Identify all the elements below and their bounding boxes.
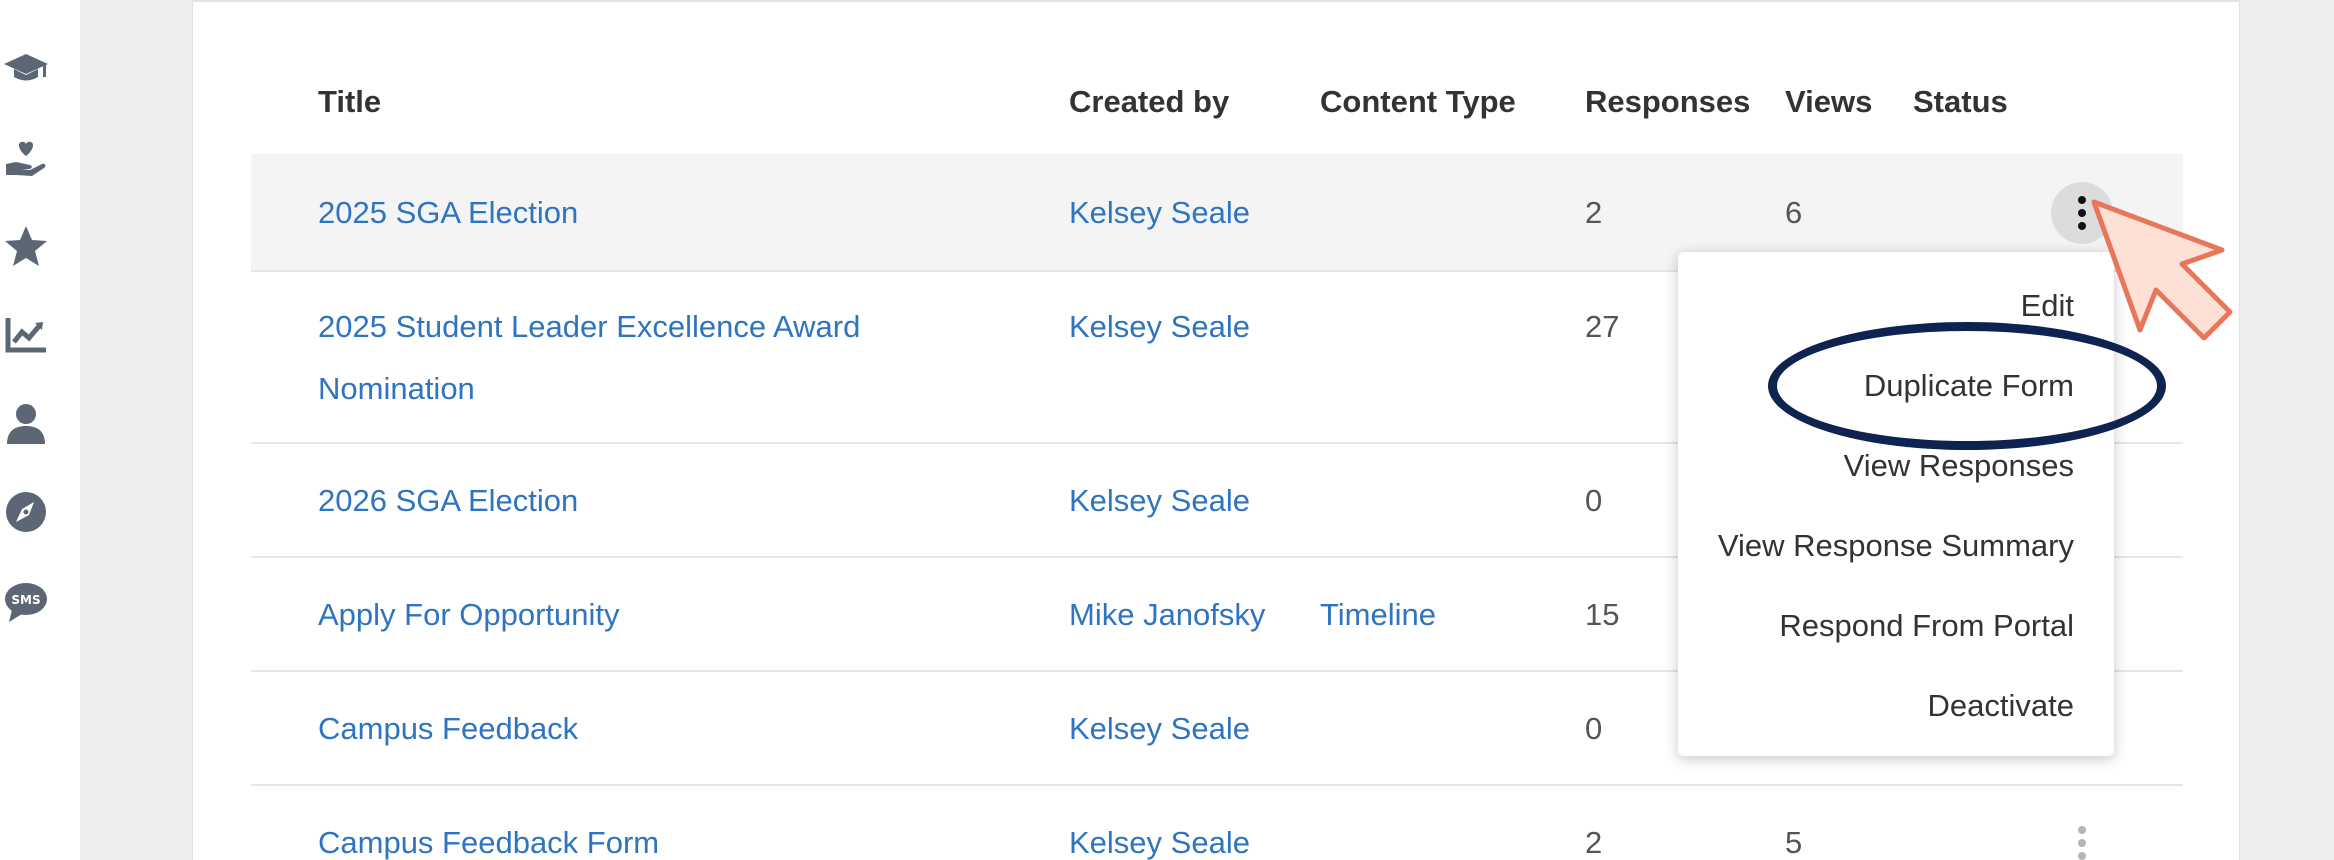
- row-responses: 2: [1585, 825, 1603, 860]
- row-responses: 27: [1585, 309, 1620, 344]
- row-content-type[interactable]: Timeline: [1320, 584, 1436, 646]
- row-creator-link[interactable]: Kelsey Seale: [1069, 812, 1250, 860]
- row-responses: 0: [1585, 711, 1603, 746]
- star-icon[interactable]: [0, 220, 52, 272]
- row-views: 6: [1785, 195, 1803, 230]
- row-title-link[interactable]: 2025 SGA Election: [318, 182, 578, 244]
- menu-item-view-responses[interactable]: View Responses: [1844, 448, 2074, 484]
- menu-item-edit[interactable]: Edit: [2021, 288, 2074, 324]
- sms-chat-icon[interactable]: SMS: [0, 576, 52, 628]
- menu-item-deactivate[interactable]: Deactivate: [1928, 688, 2074, 724]
- menu-item-duplicate-form[interactable]: Duplicate Form: [1864, 368, 2074, 404]
- header-responses[interactable]: Responses: [1585, 84, 1750, 120]
- row-creator-link[interactable]: Mike Janofsky: [1069, 584, 1265, 646]
- sidebar: SMS: [0, 0, 80, 860]
- table-row: Campus Feedback Form Kelsey Seale 2 5: [251, 786, 2183, 860]
- menu-item-view-response-summary[interactable]: View Response Summary: [1718, 528, 2074, 564]
- row-actions-kebab-icon[interactable]: [2051, 182, 2113, 244]
- row-title-link[interactable]: 2026 SGA Election: [318, 470, 578, 532]
- row-creator-link[interactable]: Kelsey Seale: [1069, 182, 1250, 244]
- row-title-link[interactable]: Campus Feedback: [318, 698, 578, 760]
- table-header: Title Created by Content Type Responses …: [251, 2, 2183, 154]
- header-views[interactable]: Views: [1785, 84, 1872, 120]
- row-title-link[interactable]: 2025 Student Leader Excellence Award: [318, 296, 860, 358]
- row-actions-kebab-icon[interactable]: [2051, 812, 2113, 860]
- row-creator-link[interactable]: Kelsey Seale: [1069, 296, 1250, 358]
- user-icon[interactable]: [0, 398, 52, 450]
- row-title-link-line2[interactable]: Nomination: [318, 358, 475, 420]
- heart-hand-icon[interactable]: [0, 130, 52, 182]
- row-title-link[interactable]: Apply For Opportunity: [318, 584, 620, 646]
- header-created-by[interactable]: Created by: [1069, 84, 1229, 120]
- chart-line-icon[interactable]: [0, 308, 52, 360]
- header-content-type[interactable]: Content Type: [1320, 84, 1516, 120]
- menu-item-respond-from-portal[interactable]: Respond From Portal: [1779, 608, 2074, 644]
- compass-icon[interactable]: [0, 486, 52, 538]
- row-responses: 2: [1585, 195, 1603, 230]
- row-responses: 0: [1585, 483, 1603, 518]
- header-status[interactable]: Status: [1913, 84, 2008, 120]
- svg-text:SMS: SMS: [11, 593, 40, 607]
- graduation-cap-icon[interactable]: [0, 42, 52, 94]
- row-creator-link[interactable]: Kelsey Seale: [1069, 698, 1250, 760]
- row-views: 5: [1785, 825, 1803, 860]
- header-title[interactable]: Title: [318, 84, 381, 120]
- row-actions-menu: Edit Duplicate Form View Responses View …: [1678, 252, 2114, 756]
- row-responses: 15: [1585, 597, 1620, 632]
- row-creator-link[interactable]: Kelsey Seale: [1069, 470, 1250, 532]
- row-title-link[interactable]: Campus Feedback Form: [318, 812, 659, 860]
